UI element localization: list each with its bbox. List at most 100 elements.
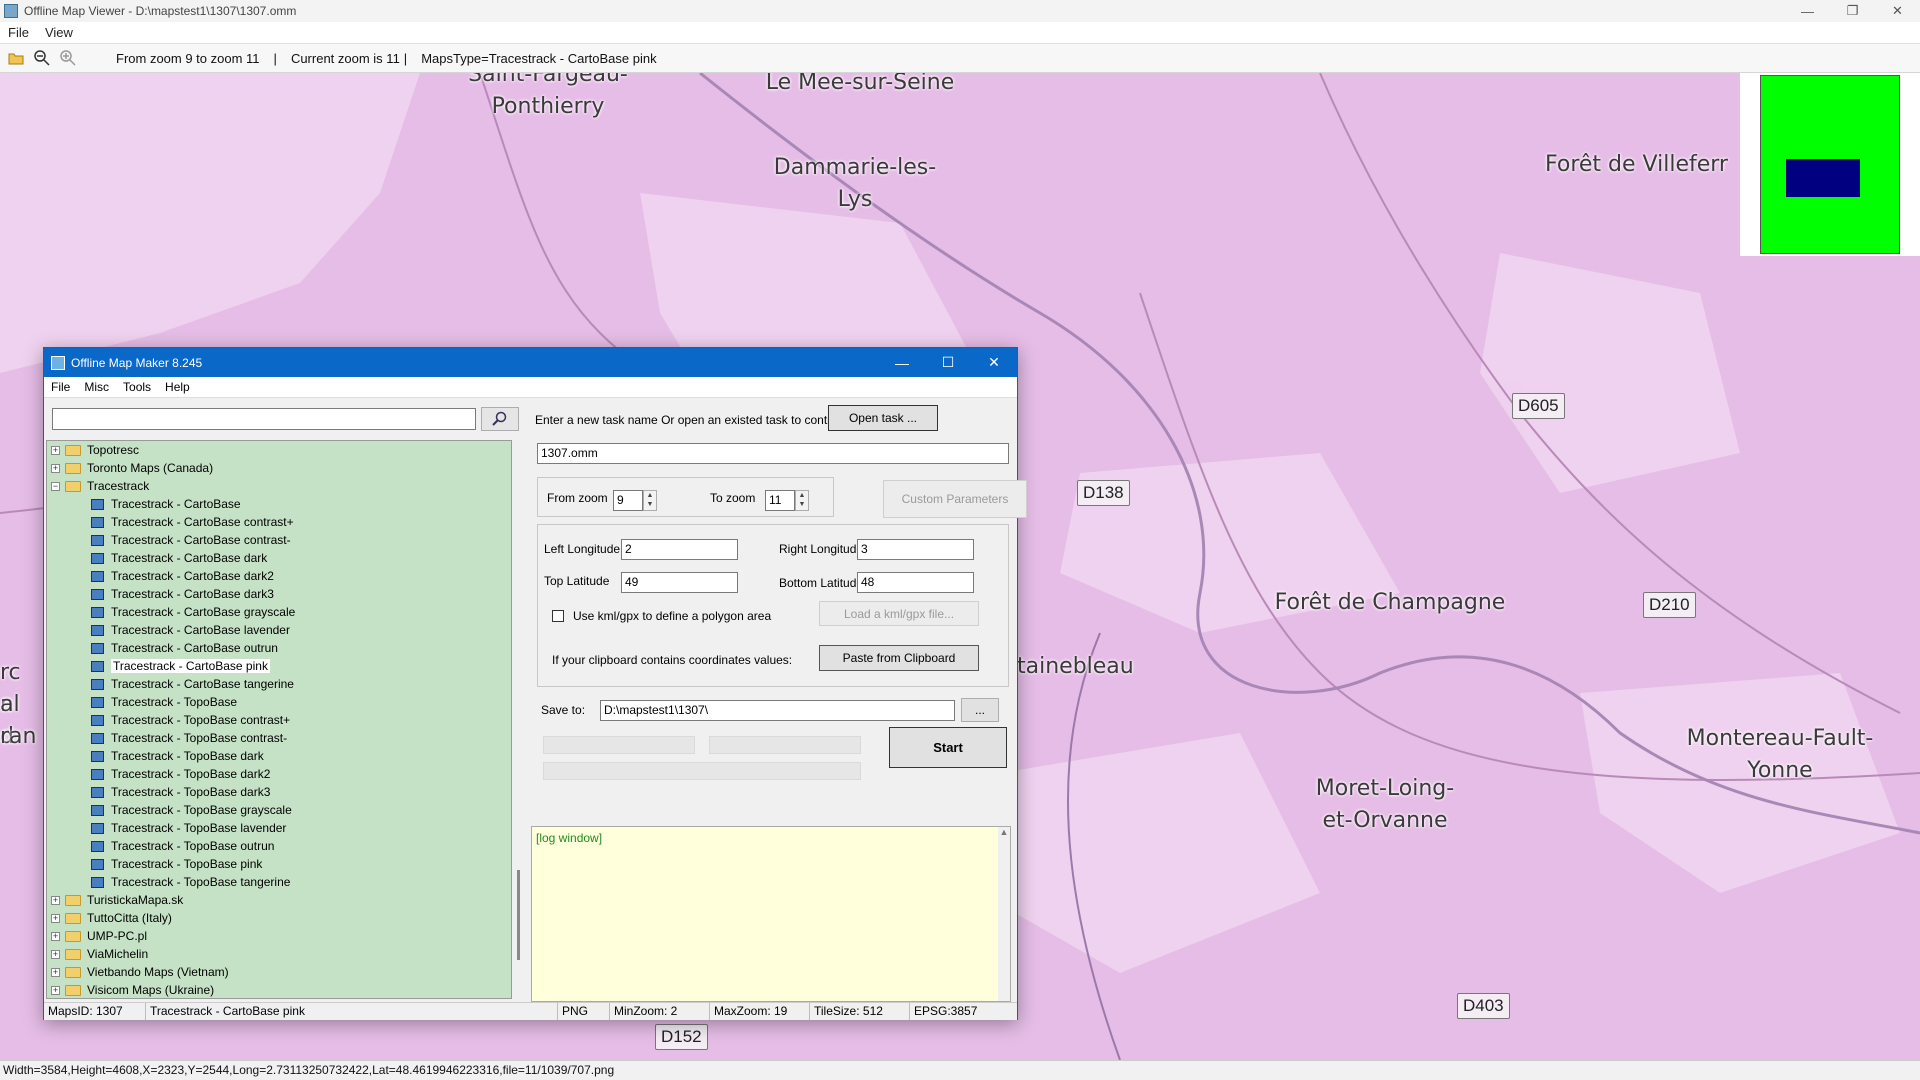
expand-icon[interactable]: +: [51, 445, 60, 455]
expand-icon[interactable]: +: [51, 463, 60, 473]
tree-item[interactable]: + UMP-PC.pl: [47, 927, 511, 945]
open-folder-icon[interactable]: [6, 48, 26, 68]
tree-item[interactable]: Tracestrack - TopoBase lavender: [47, 819, 511, 837]
map-tile-icon: [91, 498, 104, 510]
tree-item[interactable]: Tracestrack - TopoBase contrast+: [47, 711, 511, 729]
dialog-minimize-button[interactable]: —: [879, 348, 925, 377]
paste-clipboard-button[interactable]: Paste from Clipboard: [819, 645, 979, 671]
tree-item[interactable]: + TuttoCitta (Italy): [47, 909, 511, 927]
tree-item[interactable]: + ViaMichelin: [47, 945, 511, 963]
current-zoom-text: Current zoom is 11: [290, 50, 400, 66]
expand-icon[interactable]: +: [51, 949, 60, 959]
map-search-input[interactable]: [52, 408, 476, 430]
dialog-menu-tools[interactable]: Tools: [116, 380, 158, 394]
tree-item-label: UMP-PC.pl: [87, 929, 148, 943]
epsg-status: EPSG:3857: [914, 1004, 978, 1018]
top-latitude-label: Top Latitude: [544, 574, 610, 588]
tree-item[interactable]: + Topotresc: [47, 441, 511, 459]
log-window[interactable]: [log window] ▲: [531, 826, 1011, 1002]
dialog-menu-help[interactable]: Help: [158, 380, 197, 394]
dialog-close-button[interactable]: ✕: [971, 348, 1017, 377]
max-zoom-status: MaxZoom: 19: [710, 1003, 810, 1020]
kml-checkbox[interactable]: [552, 610, 564, 622]
tree-item[interactable]: Tracestrack - CartoBase dark3: [47, 585, 511, 603]
minimap[interactable]: [1740, 73, 1920, 256]
open-task-button[interactable]: Open task ...: [828, 405, 938, 431]
expand-icon[interactable]: +: [51, 931, 60, 941]
tree-item[interactable]: + Toronto Maps (Canada): [47, 459, 511, 477]
tree-item[interactable]: Tracestrack - TopoBase grayscale: [47, 801, 511, 819]
tree-item[interactable]: − Tracestrack: [47, 477, 511, 495]
tree-item[interactable]: Tracestrack - TopoBase dark2: [47, 765, 511, 783]
top-latitude-field[interactable]: 49: [621, 572, 738, 593]
expand-icon[interactable]: +: [51, 967, 60, 977]
to-zoom-stepper[interactable]: ▲ ▼: [795, 490, 809, 511]
tree-item[interactable]: Tracestrack - TopoBase dark3: [47, 783, 511, 801]
tree-item[interactable]: Tracestrack - TopoBase outrun: [47, 837, 511, 855]
tree-item[interactable]: Tracestrack - CartoBase tangerine: [47, 675, 511, 693]
tree-item-label: Topotresc: [87, 443, 140, 457]
expand-icon[interactable]: +: [51, 895, 60, 905]
separator: |: [403, 50, 408, 66]
minimize-button[interactable]: —: [1785, 0, 1830, 22]
save-path-field[interactable]: D:\mapstest1\1307\: [600, 700, 955, 721]
menu-file[interactable]: File: [0, 25, 37, 40]
tree-item[interactable]: Tracestrack - CartoBase: [47, 495, 511, 513]
start-button[interactable]: Start: [889, 727, 1007, 768]
custom-parameters-button[interactable]: Custom Parameters: [883, 480, 1027, 518]
tree-item[interactable]: Tracestrack - CartoBase contrast+: [47, 513, 511, 531]
tree-item-label: Tracestrack - CartoBase grayscale: [111, 605, 296, 619]
tree-item[interactable]: Tracestrack - CartoBase pink: [47, 657, 511, 675]
map-tree[interactable]: + Topotresc + Toronto Maps (Canada) − Tracest…: [46, 440, 512, 999]
minimap-viewport[interactable]: [1786, 159, 1860, 197]
dialog-maximize-button[interactable]: ☐: [925, 348, 971, 377]
tree-item[interactable]: Tracestrack - CartoBase dark: [47, 549, 511, 567]
road-badge: D152: [655, 1024, 708, 1050]
from-zoom-stepper[interactable]: ▲ ▼: [643, 490, 657, 511]
map-tile-icon: [91, 876, 104, 888]
task-name-field[interactable]: 1307.omm: [537, 443, 1009, 464]
right-longitude-field[interactable]: 3: [857, 539, 974, 560]
tree-item[interactable]: + Vietbando Maps (Vietnam): [47, 963, 511, 981]
tree-item-label: Toronto Maps (Canada): [87, 461, 214, 475]
dialog-menu-misc[interactable]: Misc: [77, 380, 116, 394]
close-button[interactable]: ✕: [1875, 0, 1920, 22]
from-zoom-field[interactable]: 9: [613, 490, 643, 511]
tree-item[interactable]: Tracestrack - CartoBase dark2: [47, 567, 511, 585]
tree-item-label: Tracestrack - TopoBase contrast+: [111, 713, 291, 727]
collapse-icon[interactable]: −: [51, 481, 60, 491]
tree-item[interactable]: + TuristickaMapa.sk: [47, 891, 511, 909]
progress-bar: [543, 762, 861, 780]
zoom-in-icon[interactable]: [58, 48, 78, 68]
to-zoom-field[interactable]: 11: [765, 490, 795, 511]
tree-item[interactable]: Tracestrack - CartoBase grayscale: [47, 603, 511, 621]
tree-scrollbar[interactable]: [514, 440, 526, 999]
tree-item[interactable]: + Visicom Maps (Ukraine): [47, 981, 511, 998]
map-tile-icon: [91, 768, 104, 780]
tree-item[interactable]: Tracestrack - CartoBase lavender: [47, 621, 511, 639]
log-scrollbar[interactable]: ▲: [998, 827, 1010, 1001]
tree-item[interactable]: Tracestrack - TopoBase tangerine: [47, 873, 511, 891]
expand-icon[interactable]: +: [51, 985, 60, 995]
search-button[interactable]: [481, 407, 519, 431]
tree-item[interactable]: Tracestrack - CartoBase outrun: [47, 639, 511, 657]
maps-type-text: MapsType=Tracestrack - CartoBase pink: [421, 50, 657, 66]
tree-item[interactable]: Tracestrack - TopoBase: [47, 693, 511, 711]
tree-item[interactable]: Tracestrack - TopoBase dark: [47, 747, 511, 765]
left-longitude-field[interactable]: 2: [621, 539, 738, 560]
tree-item[interactable]: Tracestrack - CartoBase contrast-: [47, 531, 511, 549]
bottom-latitude-field[interactable]: 48: [857, 572, 974, 593]
dialog-menu-file[interactable]: File: [44, 380, 77, 394]
menu-view[interactable]: View: [37, 25, 81, 40]
save-to-label: Save to:: [541, 703, 586, 717]
expand-icon[interactable]: +: [51, 913, 60, 923]
load-kml-button[interactable]: Load a kml/gpx file...: [819, 601, 979, 626]
tree-item-label: Vietbando Maps (Vietnam): [87, 965, 229, 979]
zoom-range-text: From zoom 9 to zoom 11: [116, 50, 260, 66]
browse-button[interactable]: ...: [961, 698, 999, 722]
zoom-out-icon[interactable]: [32, 48, 52, 68]
restore-button[interactable]: ❐: [1830, 0, 1875, 22]
tree-scroll-thumb[interactable]: [517, 870, 520, 960]
tree-item[interactable]: Tracestrack - TopoBase contrast-: [47, 729, 511, 747]
tree-item[interactable]: Tracestrack - TopoBase pink: [47, 855, 511, 873]
